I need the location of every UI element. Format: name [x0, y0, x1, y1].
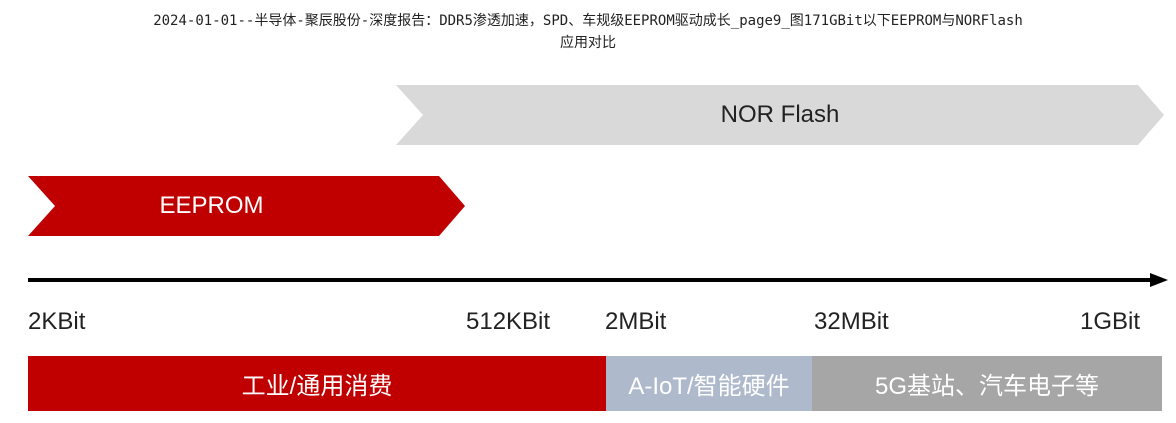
caption-line-1: 2024-01-01--半导体-聚辰股份-深度报告：DDR5渗透加速，SPD、车… [153, 13, 1023, 29]
eeprom-band: EEPROM [28, 176, 465, 236]
application-industrial-consumer: 工业/通用消费 [28, 356, 606, 411]
application-label: 5G基站、汽车电子等 [874, 373, 1099, 400]
application-5g-automotive: 5G基站、汽车电子等 [812, 356, 1162, 411]
axis-arrowhead-icon [1150, 273, 1168, 287]
caption-line-2: 应用对比 [560, 35, 616, 51]
tick-512kbit: 512KBit [466, 308, 551, 335]
application-label: A-IoT/智能硬件 [628, 373, 790, 400]
tick-1gbit: 1GBit [1080, 308, 1141, 335]
application-aiot-smart-hardware: A-IoT/智能硬件 [606, 356, 812, 411]
capacity-axis [28, 273, 1168, 287]
nor-flash-band: NOR Flash [396, 85, 1164, 145]
figure-caption: 2024-01-01--半导体-聚辰股份-深度报告：DDR5渗透加速，SPD、车… [0, 10, 1176, 54]
tick-2kbit: 2KBit [28, 308, 86, 335]
application-label: 工业/通用消费 [241, 373, 393, 400]
tick-2mbit: 2MBit [605, 308, 667, 335]
tick-32mbit: 32MBit [814, 308, 889, 335]
nor-flash-label: NOR Flash [720, 101, 840, 128]
eeprom-label: EEPROM [159, 192, 264, 219]
